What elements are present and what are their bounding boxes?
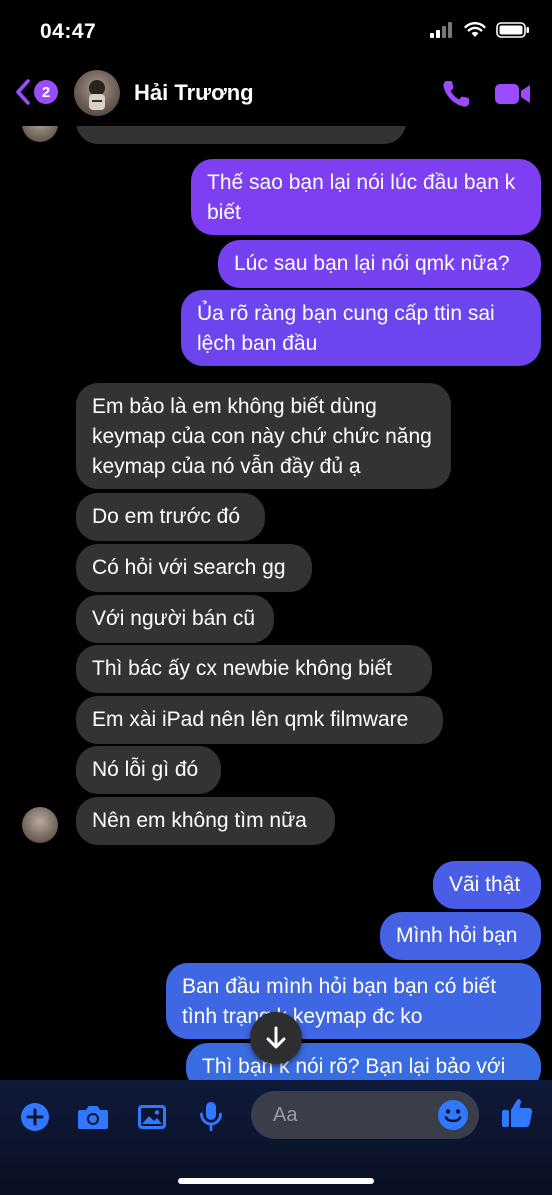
message-outgoing[interactable]: Vãi thật	[433, 861, 541, 909]
status-bar: 04:47	[0, 0, 552, 64]
message-incoming[interactable]: Nó lỗi gì đó	[76, 746, 221, 794]
message-outgoing[interactable]: Ban đầu mình hỏi bạn bạn có biết tình tr…	[166, 963, 541, 1039]
phone-icon	[443, 81, 469, 107]
message-input-placeholder: Aa	[273, 1104, 298, 1126]
message-incoming[interactable]: Với người bán cũ	[76, 595, 274, 643]
thumbs-up-icon	[502, 1099, 533, 1127]
battery-icon	[496, 22, 529, 38]
message-incoming[interactable]: Em xài iPad nên lên qmk filmware	[76, 696, 443, 744]
plus-icon	[21, 1103, 49, 1131]
avatar-image	[89, 80, 105, 110]
contact-avatar[interactable]	[74, 70, 120, 116]
like-button[interactable]	[500, 1096, 534, 1135]
back-chevron-icon	[16, 79, 30, 105]
message-outgoing[interactable]: Thế sao bạn lại nói lúc đầu bạn k biết	[191, 159, 541, 235]
emoji-button[interactable]	[437, 1099, 469, 1136]
message-incoming[interactable]: Do em trước đó	[76, 493, 265, 541]
back-button[interactable]: 2	[14, 78, 58, 106]
emoji-icon	[438, 1100, 468, 1130]
voice-call-button[interactable]	[440, 78, 472, 115]
message-outgoing[interactable]: Mình hỏi bạn	[380, 912, 541, 960]
contact-name[interactable]: Hải Trương	[134, 80, 254, 106]
image-icon	[138, 1105, 166, 1129]
message-incoming[interactable]: Có hỏi với search gg	[76, 544, 312, 592]
home-indicator	[178, 1178, 374, 1184]
camera-icon	[78, 1106, 108, 1129]
voice-message-button[interactable]	[198, 1100, 224, 1137]
message-incoming[interactable]: Em bảo là em không biết dùng keymap của …	[76, 383, 451, 489]
status-time: 04:47	[40, 20, 97, 43]
gallery-button[interactable]	[136, 1102, 168, 1137]
message-composer: Aa	[0, 1080, 552, 1195]
microphone-icon	[200, 1102, 222, 1132]
wifi-icon	[464, 22, 486, 37]
message-incoming[interactable]: Nên em không tìm nữa	[76, 797, 335, 845]
video-call-button[interactable]	[494, 80, 532, 113]
message-outgoing[interactable]: Lúc sau bạn lại nói qmk nữa?	[218, 240, 541, 288]
scroll-to-bottom-button[interactable]	[250, 1012, 302, 1064]
unread-count-badge: 2	[34, 80, 58, 104]
status-icons	[430, 22, 530, 38]
camera-button[interactable]	[76, 1102, 110, 1137]
signal-icon	[430, 22, 452, 38]
video-camera-icon	[495, 84, 530, 104]
add-button[interactable]	[20, 1102, 50, 1137]
message-incoming[interactable]: Thì bác ấy cx newbie không biết	[76, 645, 432, 693]
arrow-down-icon	[266, 1026, 286, 1049]
chat-header: 2 Hải Trương	[0, 64, 552, 126]
message-outgoing[interactable]: Ủa rõ ràng bạn cung cấp ttin sai lệch ba…	[181, 290, 541, 366]
sender-avatar	[22, 807, 58, 843]
